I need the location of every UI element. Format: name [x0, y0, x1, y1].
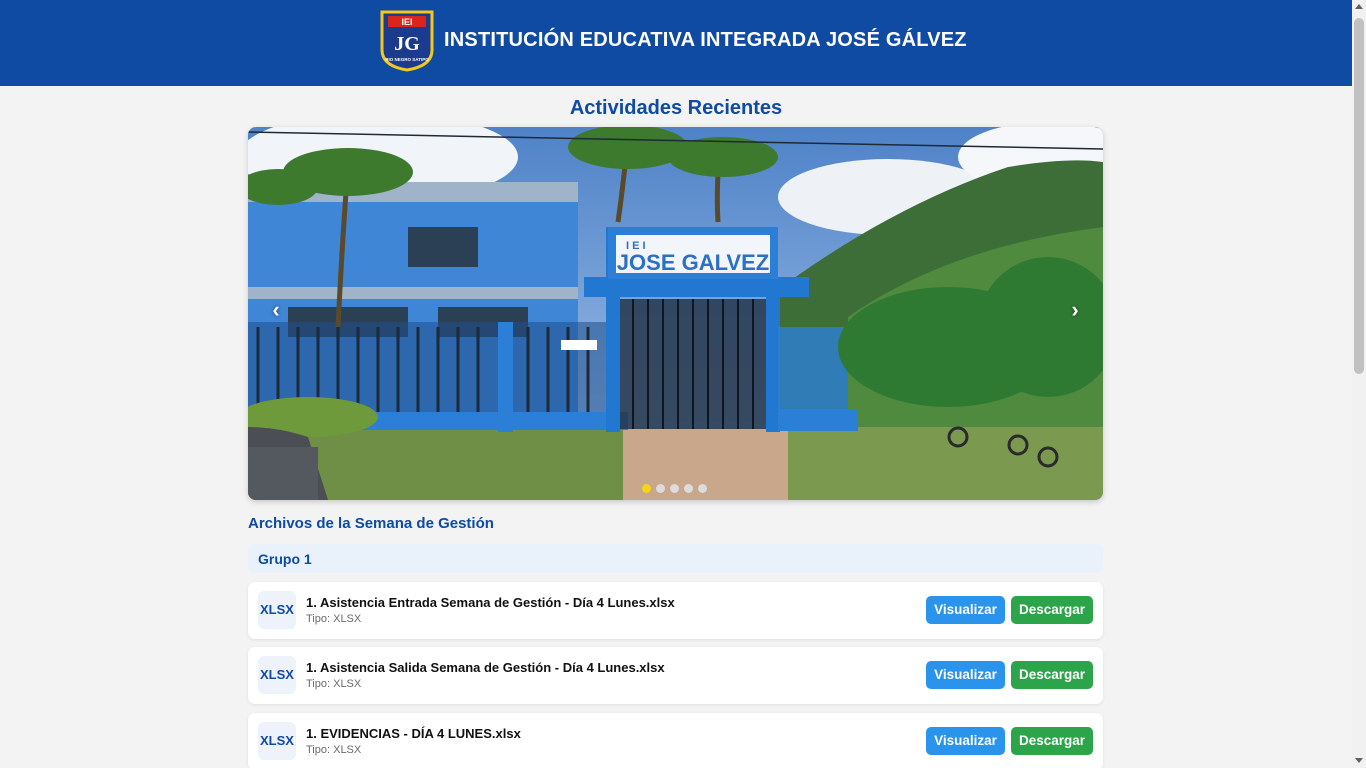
carousel-dot-2[interactable]	[656, 484, 665, 493]
file-type-label: Tipo: XLSX	[306, 744, 362, 756]
chevron-left-icon: ‹	[272, 297, 280, 322]
file-type-badge: XLSX	[258, 722, 296, 760]
logo-top-text: IEI	[401, 17, 412, 27]
file-type-label: Tipo: XLSX	[306, 613, 362, 625]
carousel-prev-button[interactable]: ‹	[262, 296, 290, 324]
carousel-next-button[interactable]: ›	[1061, 296, 1089, 324]
carousel-slide-image: I E I JOSE GALVEZ	[248, 127, 1103, 500]
section-title: Actividades Recientes	[569, 97, 783, 119]
file-name: 1. EVIDENCIAS - DÍA 4 LUNES.xlsx	[306, 726, 521, 741]
file-type-badge: XLSX	[258, 656, 296, 694]
file-item: XLSX 1. Asistencia Salida Semana de Gest…	[248, 647, 1103, 704]
file-item: XLSX 1. Asistencia Entrada Semana de Ges…	[248, 582, 1103, 639]
view-button[interactable]: Visualizar	[926, 727, 1005, 755]
carousel-dot-3[interactable]	[670, 484, 679, 493]
carousel-dot-4[interactable]	[684, 484, 693, 493]
school-logo[interactable]: IEI JG RIO NEGRO SATIPO	[380, 10, 434, 72]
logo-bottom-text: RIO NEGRO SATIPO	[385, 57, 429, 62]
file-name: 1. Asistencia Salida Semana de Gestión -…	[306, 660, 665, 675]
file-type-badge: XLSX	[258, 591, 296, 629]
view-button[interactable]: Visualizar	[926, 596, 1005, 624]
download-button[interactable]: Descargar	[1011, 661, 1093, 689]
scroll-thumb[interactable]	[1354, 18, 1364, 374]
file-item: XLSX 1. EVIDENCIAS - DÍA 4 LUNES.xlsx Ti…	[248, 713, 1103, 768]
view-button[interactable]: Visualizar	[926, 661, 1005, 689]
chevron-right-icon: ›	[1071, 297, 1079, 322]
photo-sign-main: JOSE GALVEZ	[617, 250, 769, 275]
download-button[interactable]: Descargar	[1011, 727, 1093, 755]
files-section-title: Archivos de la Semana de Gestión	[248, 515, 494, 532]
activities-carousel[interactable]: I E I JOSE GALVEZ	[248, 127, 1103, 500]
logo-initials: JG	[394, 33, 420, 55]
download-button[interactable]: Descargar	[1011, 596, 1093, 624]
site-header: IEI JG RIO NEGRO SATIPO INSTITUCIÓN EDUC…	[0, 0, 1352, 86]
carousel-indicators	[642, 484, 707, 493]
file-type-label: Tipo: XLSX	[306, 678, 362, 690]
scroll-up-arrow-icon[interactable]	[1355, 4, 1363, 9]
file-name: 1. Asistencia Entrada Semana de Gestión …	[306, 595, 675, 610]
carousel-dot-1[interactable]	[642, 484, 651, 493]
carousel-dot-5[interactable]	[698, 484, 707, 493]
group-header: Grupo 1	[248, 544, 1103, 573]
page-scrollbar[interactable]	[1352, 0, 1366, 768]
site-title: INSTITUCIÓN EDUCATIVA INTEGRADA JOSÉ GÁL…	[444, 29, 967, 51]
scroll-down-arrow-icon[interactable]	[1355, 758, 1363, 763]
